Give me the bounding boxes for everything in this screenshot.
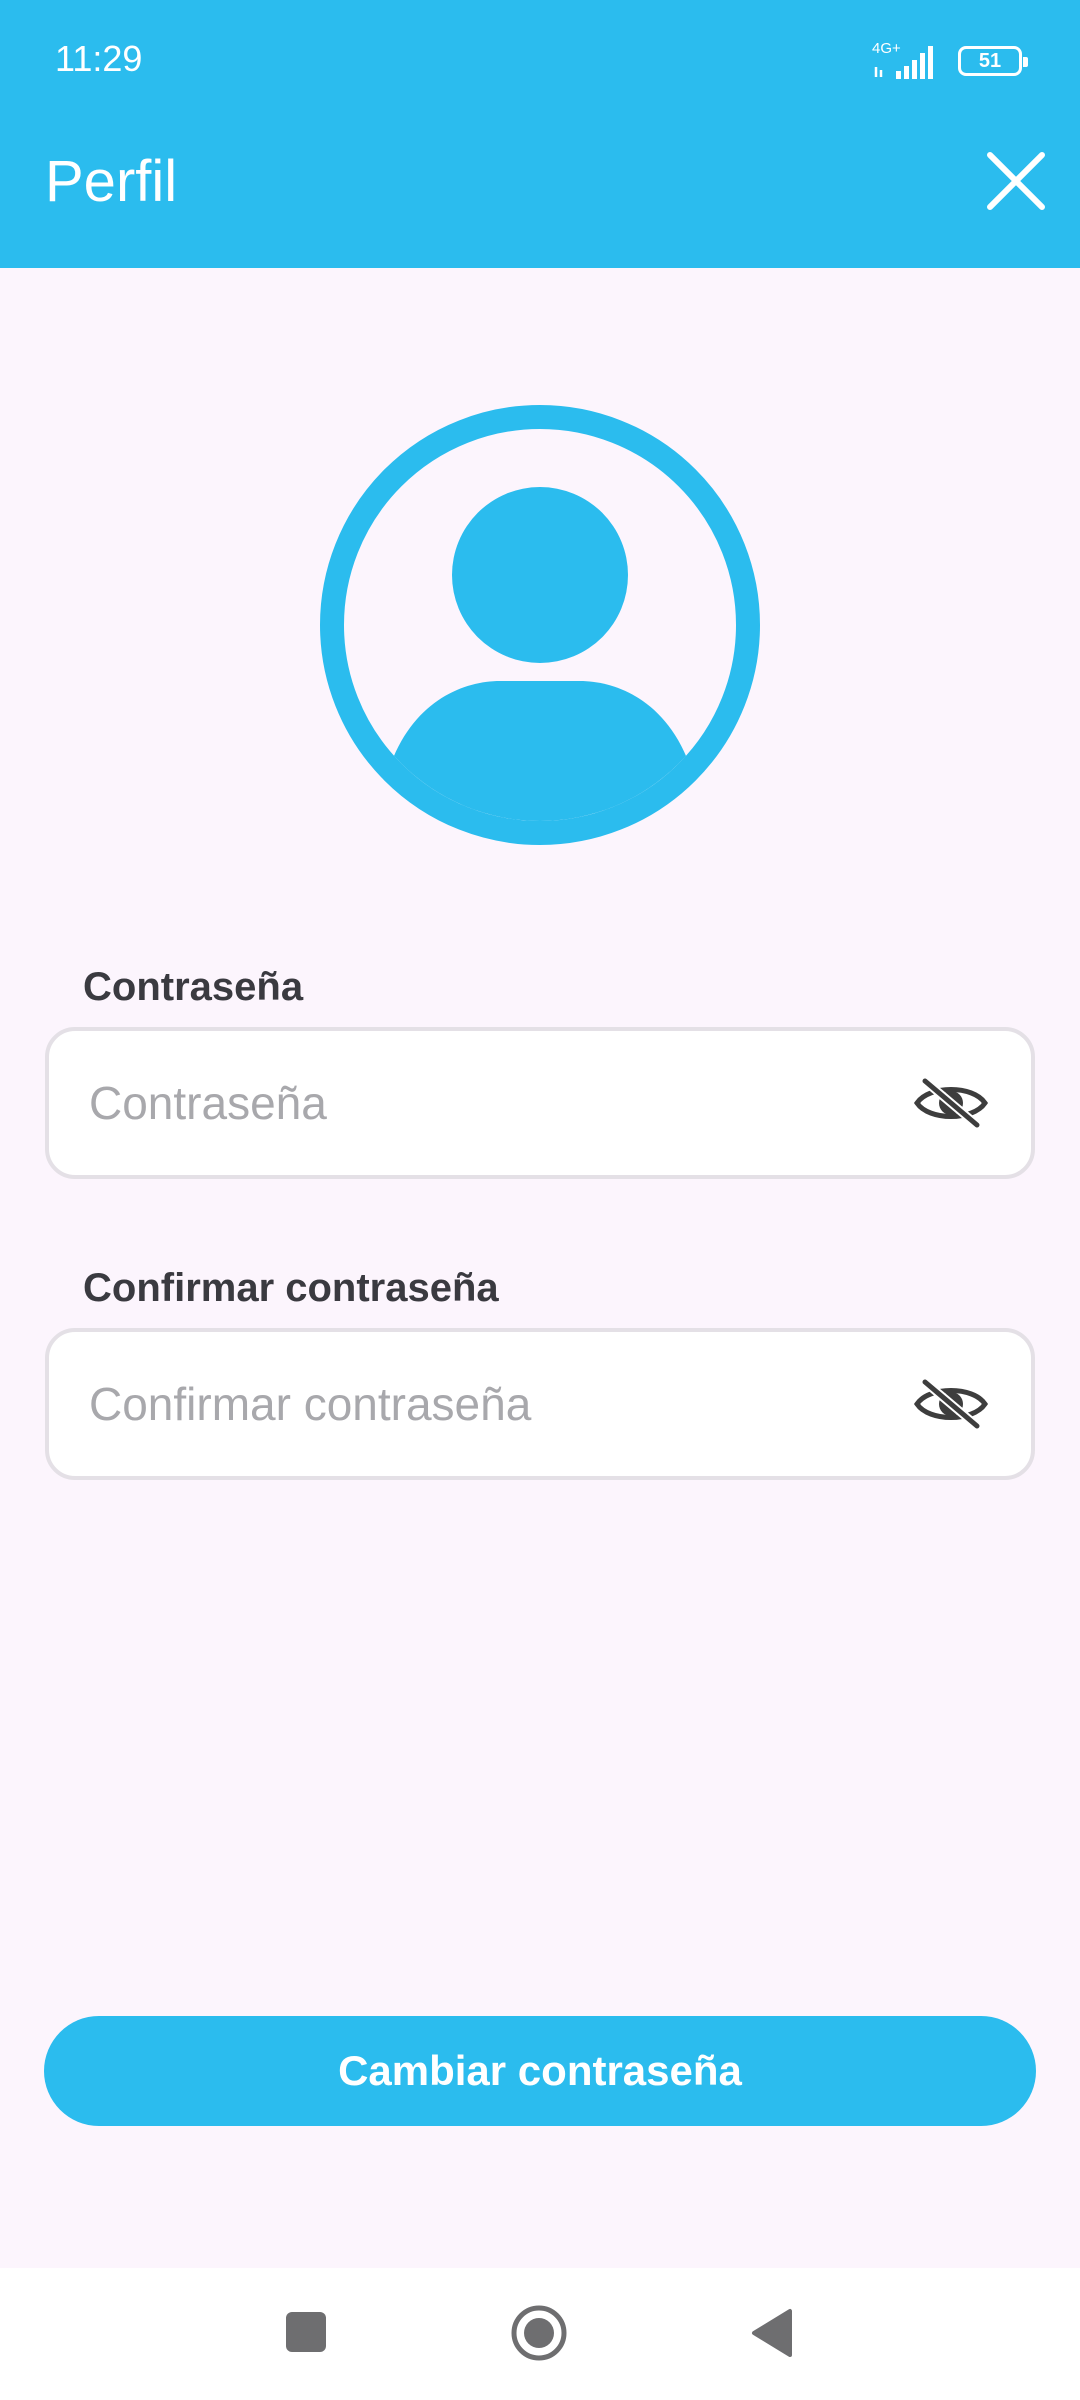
square-icon — [286, 2312, 326, 2352]
eye-off-icon — [913, 1377, 989, 1431]
system-navigation-bar — [0, 2268, 1080, 2400]
circle-icon — [511, 2305, 567, 2361]
toggle-confirm-password-visibility-button[interactable] — [911, 1369, 991, 1439]
status-icons: 4G+ 51 — [872, 38, 1028, 84]
signal-icon: 4G+ — [872, 41, 944, 81]
triangle-back-icon — [752, 2309, 792, 2357]
home-button[interactable] — [509, 2303, 569, 2363]
password-label: Contraseña — [83, 965, 304, 1009]
confirm-password-label: Confirmar contraseña — [83, 1266, 499, 1310]
password-input[interactable] — [89, 1076, 911, 1130]
battery-level: 51 — [978, 49, 1002, 72]
confirm-password-field — [45, 1328, 1035, 1480]
toggle-password-visibility-button[interactable] — [911, 1068, 991, 1138]
change-password-button[interactable]: Cambiar contraseña — [44, 2016, 1036, 2126]
eye-off-icon — [913, 1076, 989, 1130]
status-time: 11:29 — [55, 38, 143, 79]
battery-icon: 51 — [958, 46, 1028, 76]
user-avatar-icon — [320, 405, 760, 845]
close-button[interactable] — [980, 145, 1052, 217]
back-button[interactable] — [750, 2308, 794, 2358]
recents-button[interactable] — [284, 2310, 328, 2354]
close-icon — [987, 152, 1045, 210]
app-bar: 11:29 4G+ 51 Perfil — [0, 0, 1080, 268]
confirm-password-input[interactable] — [89, 1377, 911, 1431]
password-field — [45, 1027, 1035, 1179]
page-title: Perfil — [45, 149, 178, 214]
